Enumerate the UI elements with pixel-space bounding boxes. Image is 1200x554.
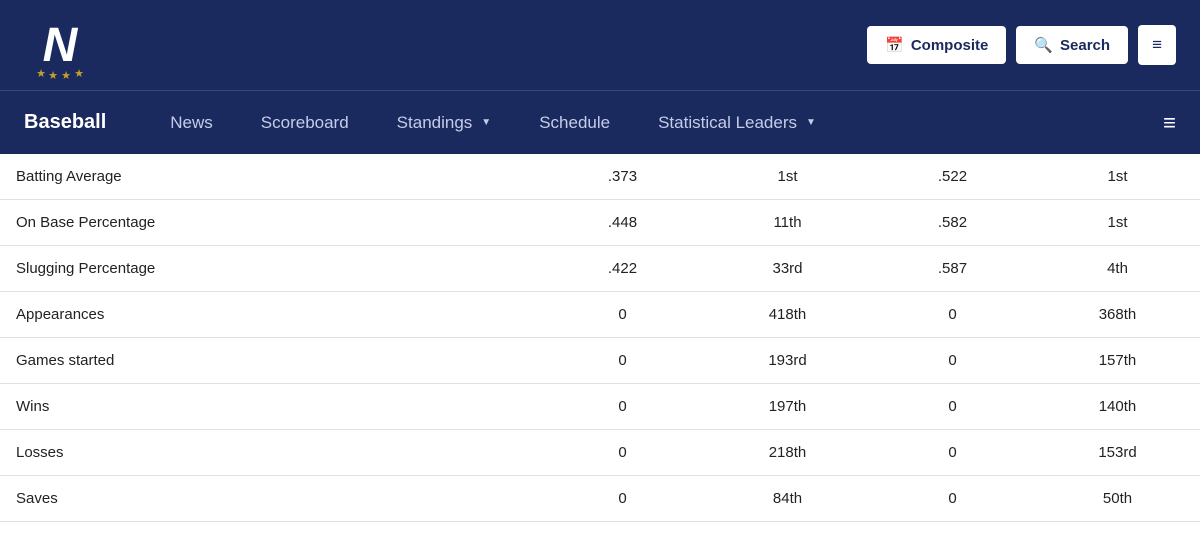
stat-label: Saves [0,476,540,522]
rank2: 50th [1035,476,1200,522]
val1: .373 [540,154,705,200]
nav-bar: Baseball News Scoreboard Standings Sched… [0,90,1200,154]
rank1: 418th [705,292,870,338]
rank2: 1st [1035,154,1200,200]
val2: 0 [870,476,1035,522]
stat-label: Games started [0,338,540,384]
val1: 0 [540,292,705,338]
nav-item-schedule[interactable]: Schedule [515,91,634,155]
stat-label: Batting Average [0,154,540,200]
composite-button[interactable]: 📅 Composite [867,26,1006,64]
rank2: 1st [1035,200,1200,246]
stat-label: Slugging Percentage [0,246,540,292]
svg-text:★: ★ [48,70,58,81]
top-header: N ★ ★ ★ ★ 📅 Composite 🔍 Search ≡ [0,0,1200,90]
val2: .587 [870,246,1035,292]
nav-items: News Scoreboard Standings Schedule Stati… [146,91,1163,155]
svg-text:★: ★ [36,68,46,80]
composite-label: Composite [911,37,989,54]
rank2: 140th [1035,384,1200,430]
nav-item-standings[interactable]: Standings [373,91,516,155]
search-button[interactable]: 🔍 Search [1016,26,1128,64]
rank1: 218th [705,430,870,476]
rank2: 157th [1035,338,1200,384]
rank1: 197th [705,384,870,430]
table-section: Batting Average .373 1st .522 1st On Bas… [0,154,1200,522]
rank2: 368th [1035,292,1200,338]
val1: .422 [540,246,705,292]
val2: 0 [870,430,1035,476]
rank1: 33rd [705,246,870,292]
rank2: 4th [1035,246,1200,292]
top-header-actions: 📅 Composite 🔍 Search ≡ [867,25,1176,65]
search-icon: 🔍 [1034,36,1053,54]
sport-title: Baseball [24,111,106,134]
nav-item-news[interactable]: News [146,91,237,155]
svg-text:★: ★ [74,68,84,80]
svg-text:N: N [43,19,79,72]
rank1: 193rd [705,338,870,384]
hamburger-icon: ≡ [1152,35,1162,54]
val1: .448 [540,200,705,246]
search-label: Search [1060,37,1110,54]
stats-table: Batting Average .373 1st .522 1st On Bas… [0,154,1200,522]
val1: 0 [540,430,705,476]
rank1: 84th [705,476,870,522]
table-row: Saves 0 84th 0 50th [0,476,1200,522]
rank2: 153rd [1035,430,1200,476]
val2: 0 [870,292,1035,338]
nav-hamburger-icon[interactable]: ≡ [1163,110,1176,136]
table-row: Wins 0 197th 0 140th [0,384,1200,430]
rank1: 11th [705,200,870,246]
val2: .582 [870,200,1035,246]
val2: 0 [870,384,1035,430]
nav-item-statistical-leaders[interactable]: Statistical Leaders [634,91,840,155]
val1: 0 [540,384,705,430]
hamburger-button[interactable]: ≡ [1138,25,1176,65]
stat-label: On Base Percentage [0,200,540,246]
table-row: Batting Average .373 1st .522 1st [0,154,1200,200]
val2: 0 [870,338,1035,384]
stat-label: Appearances [0,292,540,338]
stat-label: Losses [0,430,540,476]
stat-label: Wins [0,384,540,430]
logo-area: N ★ ★ ★ ★ [24,9,96,81]
calendar-icon: 📅 [885,36,904,54]
rank1: 1st [705,154,870,200]
val1: 0 [540,338,705,384]
table-row: Slugging Percentage .422 33rd .587 4th [0,246,1200,292]
val2: .522 [870,154,1035,200]
table-row: Appearances 0 418th 0 368th [0,292,1200,338]
table-row: Games started 0 193rd 0 157th [0,338,1200,384]
navy-logo: N ★ ★ ★ ★ [24,9,96,81]
nav-item-scoreboard[interactable]: Scoreboard [237,91,373,155]
svg-text:★: ★ [61,70,71,81]
val1: 0 [540,476,705,522]
table-row: Losses 0 218th 0 153rd [0,430,1200,476]
table-row: On Base Percentage .448 11th .582 1st [0,200,1200,246]
